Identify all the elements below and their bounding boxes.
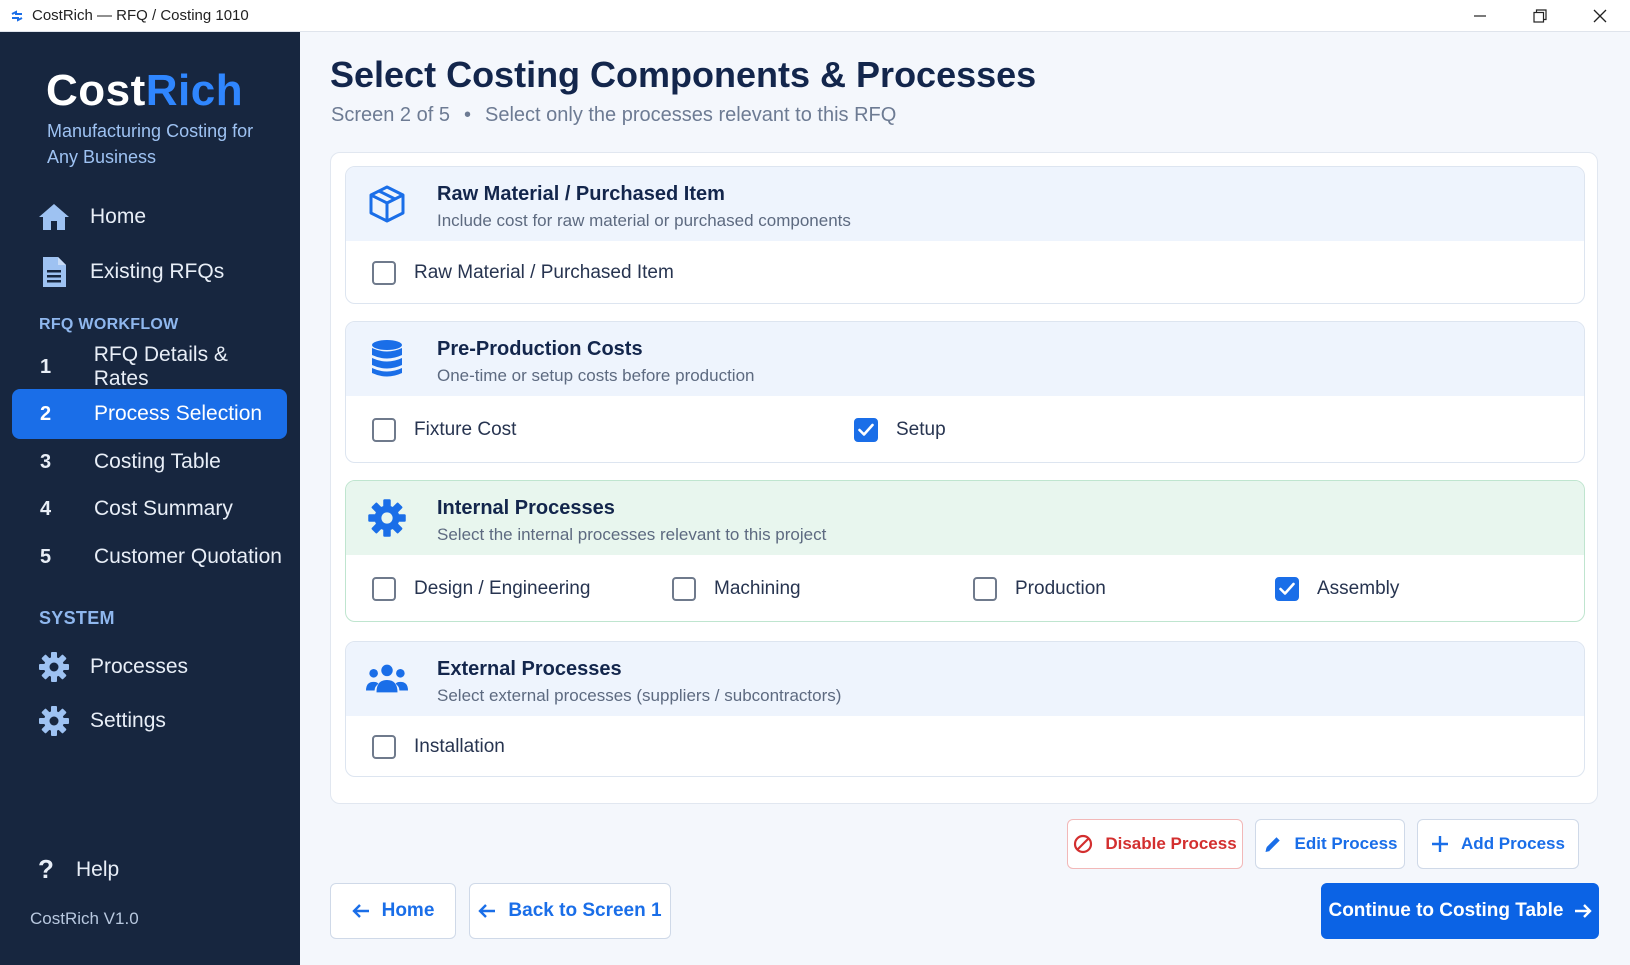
checkbox[interactable] [672, 577, 696, 601]
ban-icon [1073, 834, 1093, 854]
card-description: Select external processes (suppliers / s… [437, 686, 842, 705]
page-title: Select Costing Components & Processes [330, 54, 1037, 95]
gear-icon [366, 497, 408, 539]
checkbox[interactable] [372, 261, 396, 285]
card-title: Raw Material / Purchased Item [437, 183, 725, 205]
gear-icon [36, 703, 72, 739]
plus-icon [1431, 835, 1449, 853]
card-title: Pre-Production Costs [437, 338, 643, 360]
checkmark-icon [1279, 582, 1295, 595]
section-label-workflow: RFQ WORKFLOW [39, 316, 179, 333]
nav-settings[interactable]: Settings [12, 696, 287, 746]
app-logo-icon [10, 9, 24, 23]
card-title: External Processes [437, 658, 622, 680]
home-icon [36, 199, 72, 235]
option-production[interactable]: Production [973, 555, 1106, 621]
arrow-left-icon [351, 903, 370, 919]
section-label-system: SYSTEM [39, 608, 115, 628]
close-icon [1593, 9, 1607, 23]
document-icon [36, 254, 72, 290]
workflow-step-3[interactable]: 3 Costing Table [12, 437, 287, 487]
app-version: CostRich V1.0 [30, 909, 139, 928]
option-assembly[interactable]: Assembly [1275, 555, 1399, 621]
gear-icon [36, 649, 72, 685]
checkmark-icon [858, 423, 874, 436]
option-machining[interactable]: Machining [672, 555, 801, 621]
edit-process-button[interactable]: Edit Process [1255, 819, 1405, 869]
minimize-icon [1474, 15, 1486, 17]
brand-logo: CostRich [46, 66, 244, 115]
card-description: Include cost for raw material or purchas… [437, 211, 851, 230]
close-button[interactable] [1570, 0, 1630, 32]
option-setup[interactable]: Setup [854, 396, 946, 462]
process-panel: Raw Material / Purchased Item Include co… [330, 152, 1598, 804]
minimize-button[interactable] [1450, 0, 1510, 32]
card-external-processes: External Processes Select external proce… [345, 641, 1585, 777]
add-process-button[interactable]: Add Process [1417, 819, 1579, 869]
pencil-icon [1263, 834, 1283, 854]
card-description: One-time or setup costs before productio… [437, 366, 755, 385]
back-to-screen-1-button[interactable]: Back to Screen 1 [469, 883, 671, 939]
option-design-engineering[interactable]: Design / Engineering [372, 555, 590, 621]
nav-existing-rfqs[interactable]: Existing RFQs [12, 247, 287, 297]
checkbox[interactable] [372, 418, 396, 442]
workflow-step-5[interactable]: 5 Customer Quotation [12, 532, 287, 582]
workflow-step-1[interactable]: 1 RFQ Details & Rates [12, 342, 287, 392]
home-button[interactable]: Home [330, 883, 456, 939]
arrow-left-icon [478, 903, 496, 919]
card-pre-production: Pre-Production Costs One-time or setup c… [345, 321, 1585, 463]
nav-help[interactable]: ? Help [36, 854, 119, 885]
option-fixture-cost[interactable]: Fixture Cost [372, 396, 516, 462]
restore-icon [1533, 9, 1547, 23]
help-icon: ? [38, 854, 54, 884]
checkbox[interactable] [372, 577, 396, 601]
disable-process-button[interactable]: Disable Process [1067, 819, 1243, 869]
checkbox-checked[interactable] [1275, 577, 1299, 601]
window-titlebar: CostRich — RFQ / Costing 1010 [0, 0, 1630, 32]
restore-button[interactable] [1510, 0, 1570, 32]
option-raw-material[interactable]: Raw Material / Purchased Item [372, 241, 674, 303]
database-icon [366, 338, 408, 380]
page-subtitle: Screen 2 of 5 • Select only the processes … [331, 104, 897, 126]
card-description: Select the internal processes relevant t… [437, 525, 827, 544]
workflow-step-4[interactable]: 4 Cost Summary [12, 484, 287, 534]
checkbox-checked[interactable] [854, 418, 878, 442]
main-content: Select Costing Components & Processes Sc… [300, 32, 1630, 965]
window-title: CostRich — RFQ / Costing 1010 [32, 7, 249, 24]
arrow-right-icon [1574, 903, 1592, 919]
nav-home[interactable]: Home [12, 192, 287, 242]
card-title: Internal Processes [437, 497, 615, 519]
workflow-step-2[interactable]: 2 Process Selection [12, 389, 287, 439]
box-icon [366, 183, 408, 225]
checkbox[interactable] [372, 735, 396, 759]
nav-processes[interactable]: Processes [12, 642, 287, 692]
brand-tagline: Manufacturing Costing for Any Business [47, 121, 254, 167]
checkbox[interactable] [973, 577, 997, 601]
card-raw-material: Raw Material / Purchased Item Include co… [345, 166, 1585, 304]
card-internal-processes: Internal Processes Select the internal p… [345, 480, 1585, 622]
continue-button[interactable]: Continue to Costing Table [1321, 883, 1599, 939]
users-icon [366, 658, 408, 700]
option-installation[interactable]: Installation [372, 716, 505, 776]
sidebar: CostRich Manufacturing Costing for Any B… [0, 32, 300, 965]
